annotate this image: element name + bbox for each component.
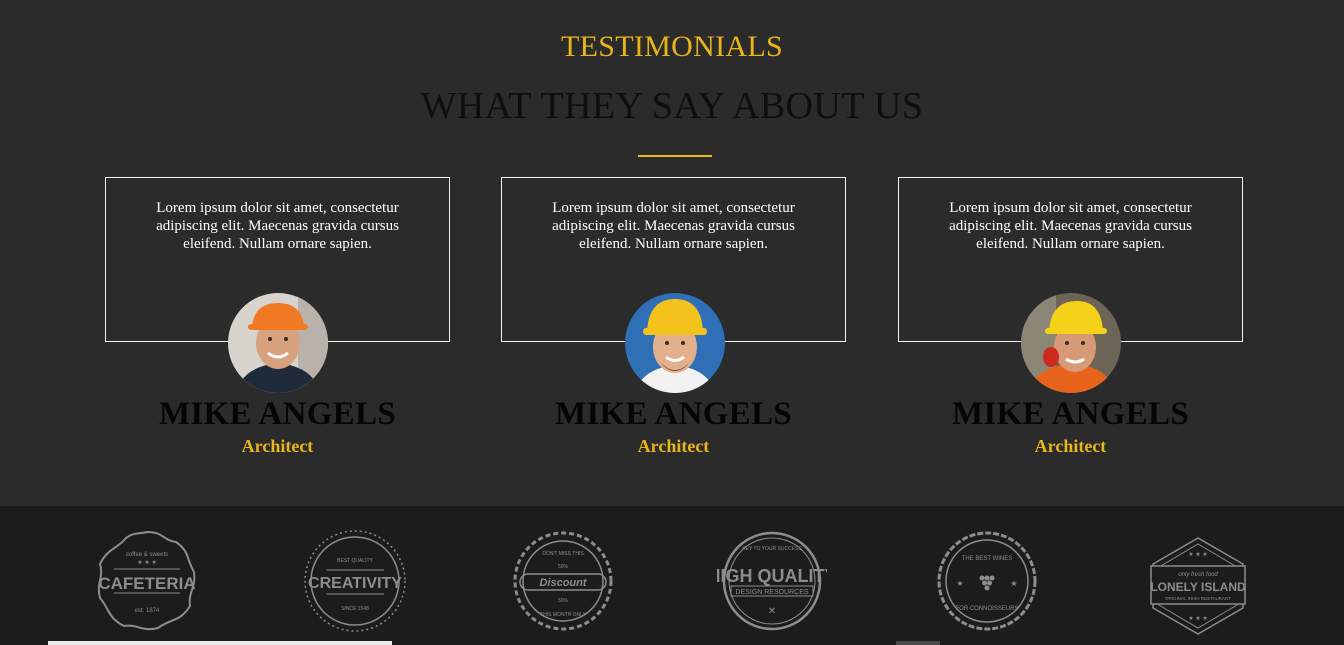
testimonial-quote: Lorem ipsum dolor sit amet, consectetur …	[552, 200, 795, 252]
logo-wines[interactable]: THE BEST WINES ★ ★ FOR CONNOISSEURS	[932, 526, 1042, 636]
logo-lonely-island[interactable]: ★ ★ ★ only fresh food LONELY ISLAND ORIG…	[1143, 526, 1253, 636]
carousel-scrollbar[interactable]	[48, 641, 392, 645]
logo-discount[interactable]: DON'T MISS THIS 50% Discount 50% THIS MO…	[508, 526, 618, 636]
client-logos-strip: coffee & sweets CAFETERIA ★ ★ ★ est. 187…	[0, 506, 1344, 645]
svg-text:✕: ✕	[768, 606, 776, 617]
svg-text:SINCE 1948: SINCE 1948	[341, 606, 369, 612]
svg-text:50%: 50%	[558, 598, 569, 604]
testimonial-role: Architect	[241, 436, 314, 456]
testimonials-section: TESTIMONIALS WHAT THEY SAY ABOUT US Lore…	[0, 0, 1344, 506]
svg-text:★ ★ ★: ★ ★ ★	[1188, 551, 1207, 558]
svg-text:CAFETERIA: CAFETERIA	[98, 574, 195, 593]
svg-text:★: ★	[956, 579, 963, 588]
svg-text:★ ★ ★: ★ ★ ★	[137, 559, 156, 566]
svg-text:HIGH QUALITY: HIGH QUALITY	[717, 566, 827, 586]
testimonial-name: MIKE ANGELS	[158, 396, 397, 432]
svg-text:Discount: Discount	[539, 577, 587, 589]
testimonial-role: Architect	[1034, 436, 1107, 456]
logo-cafeteria[interactable]: coffee & sweets CAFETERIA ★ ★ ★ est. 187…	[92, 526, 202, 636]
carousel-scrollbar-thumb[interactable]	[896, 641, 940, 645]
avatar	[625, 293, 725, 393]
testimonial-role: Architect	[637, 436, 710, 456]
testimonial-quote: Lorem ipsum dolor sit amet, consectetur …	[949, 200, 1192, 252]
svg-text:KEY TO YOUR SUCCESS: KEY TO YOUR SUCCESS	[742, 546, 802, 552]
svg-text:DON'T MISS THIS: DON'T MISS THIS	[542, 551, 584, 557]
section-eyebrow: TESTIMONIALS	[561, 30, 783, 63]
svg-text:LONELY ISLAND: LONELY ISLAND	[1150, 580, 1246, 594]
svg-text:THE BEST WINES: THE BEST WINES	[962, 556, 1013, 562]
svg-text:THIS MONTH ONLY: THIS MONTH ONLY	[540, 612, 586, 618]
avatar	[1021, 293, 1121, 393]
section-heading: WHAT THEY SAY ABOUT US	[420, 85, 924, 127]
svg-text:coffee & sweets: coffee & sweets	[126, 552, 168, 558]
logo-high-quality[interactable]: KEY TO YOUR SUCCESS HIGH QUALITY DESIGN …	[717, 526, 827, 636]
svg-text:BEST QUALITY: BEST QUALITY	[337, 558, 373, 564]
svg-text:FOR CONNOISSEURS: FOR CONNOISSEURS	[955, 606, 1018, 612]
svg-text:only fresh food: only fresh food	[1178, 572, 1218, 578]
avatar	[228, 293, 328, 393]
testimonial-name: MIKE ANGELS	[951, 396, 1190, 432]
svg-text:★: ★	[1010, 579, 1017, 588]
testimonial-quote: Lorem ipsum dolor sit amet, consectetur …	[156, 200, 399, 252]
svg-text:50%: 50%	[558, 564, 569, 570]
svg-text:★ ★ ★: ★ ★ ★	[1188, 615, 1207, 622]
svg-text:CREATIVITY: CREATIVITY	[308, 575, 402, 592]
heading-divider	[638, 155, 712, 157]
svg-text:DESIGN RESOURCES: DESIGN RESOURCES	[735, 589, 808, 596]
testimonial-name: MIKE ANGELS	[554, 396, 793, 432]
logo-creativity[interactable]: BEST QUALITY CREATIVITY SINCE 1948	[300, 526, 410, 636]
svg-text:ORIGINAL IRISH RESTAURANT: ORIGINAL IRISH RESTAURANT	[1165, 596, 1231, 601]
svg-text:est. 1874: est. 1874	[135, 608, 160, 614]
